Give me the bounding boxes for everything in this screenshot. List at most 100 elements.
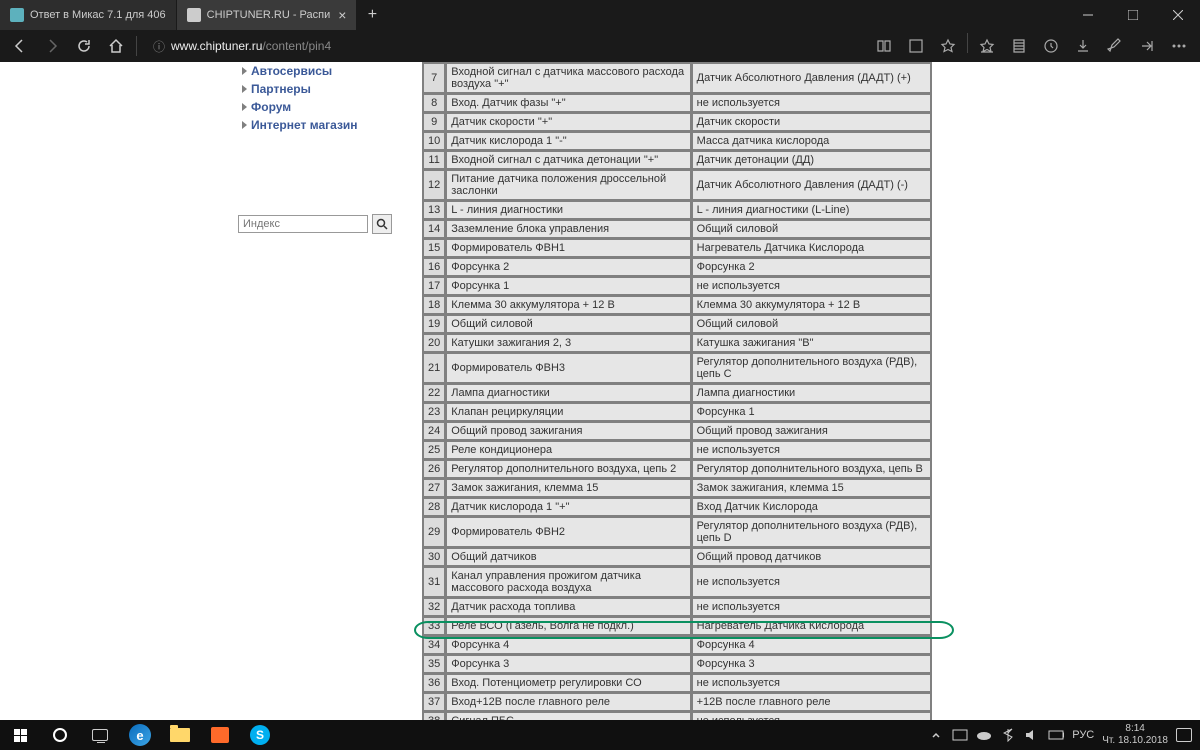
pin-number: 31: [423, 567, 445, 597]
notification-icon[interactable]: [1176, 727, 1192, 743]
pin-destination: Регулятор дополнительного воздуха (РДВ),…: [692, 353, 931, 383]
start-button[interactable]: [0, 720, 40, 750]
edge-icon: e: [129, 724, 151, 746]
arrow-icon: [242, 85, 247, 93]
battery-icon[interactable]: [1048, 727, 1064, 743]
edge-button[interactable]: e: [120, 720, 160, 750]
tab-chiptuner[interactable]: CHIPTUNER.RU - Распи ×: [177, 0, 357, 30]
table-row: 23Клапан рециркуляцииФорсунка 1: [423, 403, 931, 421]
pin-signal: Лампа диагностики: [446, 384, 690, 402]
pin-signal: Клапан рециркуляции: [446, 403, 690, 421]
maximize-button[interactable]: [1110, 0, 1155, 30]
pin-signal: Датчик кислорода 1 "+": [446, 498, 690, 516]
home-button[interactable]: [104, 34, 128, 58]
pin-signal: Формирователь ФВН2: [446, 517, 690, 547]
pin-destination: Нагреватель Датчика Кислорода: [692, 239, 931, 257]
table-row: 7Входной сигнал с датчика массового расх…: [423, 63, 931, 93]
clock-time: 8:14: [1102, 723, 1168, 735]
pin-destination: Клемма 30 аккумулятора + 12 В: [692, 296, 931, 314]
pin-number: 35: [423, 655, 445, 673]
pin-destination: Регулятор дополнительного воздуха (РДВ),…: [692, 517, 931, 547]
share-icon[interactable]: [1134, 33, 1160, 59]
clock-date: Чт. 18.10.2018: [1102, 735, 1168, 747]
pin-destination: не используется: [692, 441, 931, 459]
address-bar: ⓘ www.chiptuner.ru/content/pin4: [0, 30, 1200, 62]
address-right-icons: [871, 33, 1192, 59]
system-tray: РУС 8:14 Чт. 18.10.2018: [920, 723, 1200, 747]
table-row: 29Формирователь ФВН2Регулятор дополнител…: [423, 517, 931, 547]
table-row: 30Общий датчиковОбщий провод датчиков: [423, 548, 931, 566]
tab-label: Ответ в Микас 7.1 для 406: [30, 9, 166, 21]
sidebar-item-forum[interactable]: Форум: [238, 98, 408, 116]
taskbar: e S РУС 8:14 Чт. 18.10.2018: [0, 720, 1200, 750]
pin-number: 8: [423, 94, 445, 112]
url-path: /content/pin4: [262, 39, 331, 53]
table-row: 11Входной сигнал с датчика детонации "+"…: [423, 151, 931, 169]
close-tab-icon[interactable]: ×: [338, 7, 346, 23]
pin-number: 20: [423, 334, 445, 352]
language-indicator[interactable]: РУС: [1072, 729, 1094, 741]
sidebar-item-partners[interactable]: Партнеры: [238, 80, 408, 98]
tab-mikas[interactable]: Ответ в Микас 7.1 для 406: [0, 0, 176, 30]
pin-signal: Общий провод зажигания: [446, 422, 690, 440]
reading-view-icon[interactable]: [871, 33, 897, 59]
page-viewport[interactable]: Автосервисы Партнеры Форум Интернет мага…: [0, 62, 1200, 720]
favorite-icon[interactable]: [935, 33, 961, 59]
clock[interactable]: 8:14 Чт. 18.10.2018: [1102, 723, 1168, 747]
search-input[interactable]: [238, 215, 368, 233]
table-row: 33Реле ВСО (Газель, Волга не подкл.)Нагр…: [423, 617, 931, 635]
downloads-icon[interactable]: [1070, 33, 1096, 59]
pin-number: 9: [423, 113, 445, 131]
table-row: 32Датчик расхода топливане используется: [423, 598, 931, 616]
onedrive-icon[interactable]: [976, 727, 992, 743]
refresh-button[interactable]: [72, 34, 96, 58]
pin-destination: Форсунка 1: [692, 403, 931, 421]
keyboard-icon[interactable]: [952, 727, 968, 743]
pin-number: 13: [423, 201, 445, 219]
pin-destination: Масса датчика кислорода: [692, 132, 931, 150]
pin-number: 37: [423, 693, 445, 711]
reading-list-icon[interactable]: [1006, 33, 1032, 59]
pin-signal: Общий датчиков: [446, 548, 690, 566]
task-view-button[interactable]: [80, 720, 120, 750]
cortana-button[interactable]: [40, 720, 80, 750]
table-row: 31Канал управления прожигом датчика масс…: [423, 567, 931, 597]
pin-signal: Форсунка 1: [446, 277, 690, 295]
search-button[interactable]: [372, 214, 392, 234]
translate-icon[interactable]: [903, 33, 929, 59]
favicon-icon: [10, 8, 24, 22]
skype-button[interactable]: S: [240, 720, 280, 750]
bluetooth-icon[interactable]: [1000, 727, 1016, 743]
sidebar-item-label: Форум: [251, 100, 291, 114]
back-button[interactable]: [8, 34, 32, 58]
menu-icon[interactable]: [1166, 33, 1192, 59]
volume-icon[interactable]: [1024, 727, 1040, 743]
table-row: 27Замок зажигания, клемма 15Замок зажига…: [423, 479, 931, 497]
notes-icon[interactable]: [1102, 33, 1128, 59]
task-view-icon: [92, 729, 108, 741]
store-button[interactable]: [200, 720, 240, 750]
tray-chevron-icon[interactable]: [928, 727, 944, 743]
pin-number: 10: [423, 132, 445, 150]
skype-icon: S: [250, 725, 270, 745]
table-row: 18Клемма 30 аккумулятора + 12 ВКлемма 30…: [423, 296, 931, 314]
pin-number: 19: [423, 315, 445, 333]
url-input[interactable]: ⓘ www.chiptuner.ru/content/pin4: [145, 38, 863, 55]
pin-number: 22: [423, 384, 445, 402]
minimize-button[interactable]: [1065, 0, 1110, 30]
pin-number: 18: [423, 296, 445, 314]
table-row: 25Реле кондиционеране используется: [423, 441, 931, 459]
forward-button[interactable]: [40, 34, 64, 58]
history-icon[interactable]: [1038, 33, 1064, 59]
info-icon[interactable]: ⓘ: [153, 38, 165, 55]
pin-number: 16: [423, 258, 445, 276]
hub-icon[interactable]: [974, 33, 1000, 59]
new-tab-button[interactable]: +: [357, 0, 387, 30]
explorer-button[interactable]: [160, 720, 200, 750]
sidebar-item-autoservice[interactable]: Автосервисы: [238, 62, 408, 80]
close-window-button[interactable]: [1155, 0, 1200, 30]
pin-destination: L - линия диагностики (L-Line): [692, 201, 931, 219]
window-controls: [1065, 0, 1200, 30]
sidebar-item-shop[interactable]: Интернет магазин: [238, 116, 408, 134]
pin-destination: Нагреватель Датчика Кислорода: [692, 617, 931, 635]
